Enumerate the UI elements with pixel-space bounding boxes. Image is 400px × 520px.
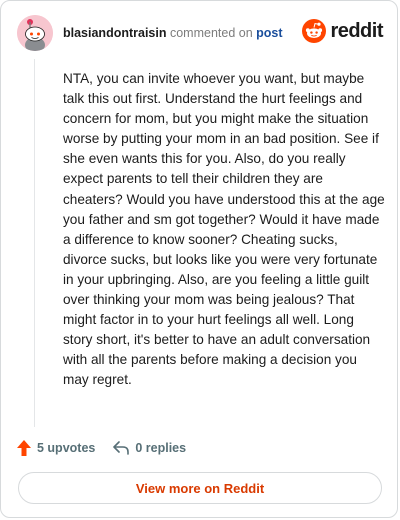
- thread-line: [34, 59, 35, 427]
- comment-embed-card: blasiandontraisin commented on post redd…: [0, 0, 398, 518]
- comment-actions: 5 upvotes 0 replies: [17, 439, 186, 457]
- commented-on-text: commented on: [169, 26, 253, 40]
- comment-body: NTA, you can invite whoever you want, bu…: [63, 71, 385, 388]
- upvote-button[interactable]: 5 upvotes: [17, 440, 95, 456]
- comment-byline: blasiandontraisin commented on post: [63, 25, 283, 41]
- upvote-count: 5 upvotes: [37, 441, 96, 455]
- reddit-brand[interactable]: reddit: [302, 19, 383, 43]
- view-more-label: View more on Reddit: [135, 480, 265, 496]
- comment-header: blasiandontraisin commented on post redd…: [17, 15, 383, 51]
- reply-button[interactable]: 0 replies: [113, 441, 186, 455]
- reply-count: 0 replies: [135, 441, 187, 455]
- reddit-logo-icon: [302, 19, 327, 43]
- upvote-arrow-icon: [17, 440, 31, 456]
- user-avatar[interactable]: [17, 15, 53, 51]
- reply-arrow-icon: [113, 441, 130, 455]
- snoo-avatar-icon: [17, 15, 53, 51]
- post-link[interactable]: post: [256, 26, 282, 40]
- view-more-button[interactable]: View more on Reddit: [18, 472, 382, 504]
- reddit-wordmark: reddit: [330, 20, 383, 42]
- username-link[interactable]: blasiandontraisin: [63, 26, 167, 40]
